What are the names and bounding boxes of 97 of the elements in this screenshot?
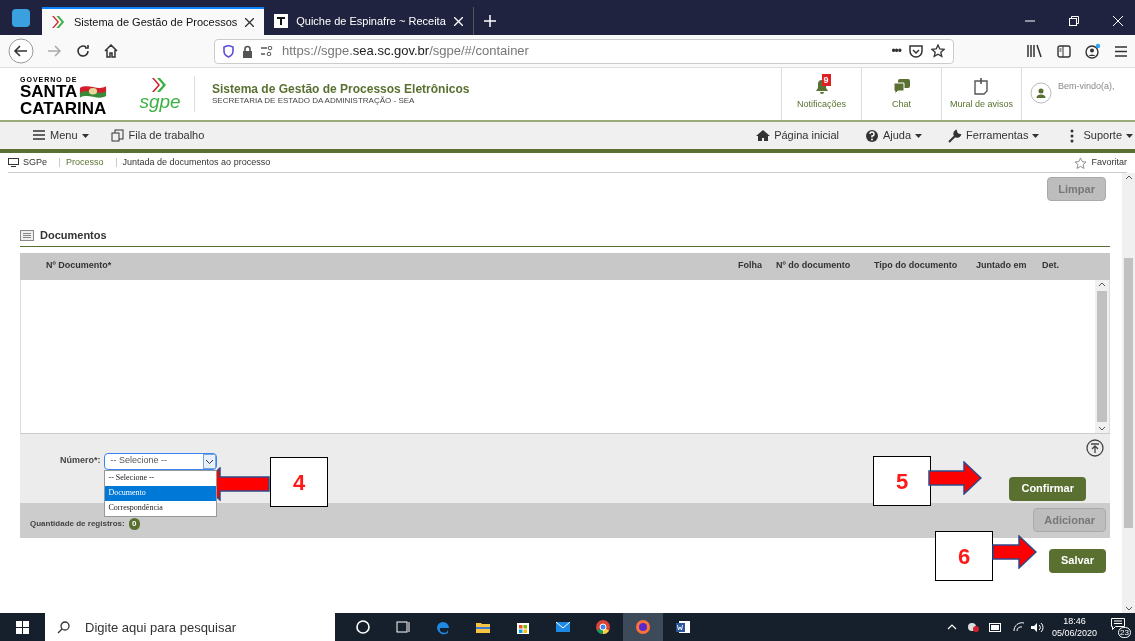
scroll-up-icon[interactable] [1098, 281, 1106, 287]
user-avatar-icon[interactable] [1030, 82, 1052, 104]
nav-menu-item[interactable]: Ajuda [864, 127, 923, 144]
account-icon[interactable] [1085, 43, 1101, 59]
list-icon [20, 229, 34, 241]
wifi-icon[interactable] [1012, 622, 1025, 632]
task-view-icon [394, 618, 412, 636]
home-icon [756, 128, 771, 143]
app-icon[interactable] [12, 9, 30, 27]
star-icon[interactable] [1074, 156, 1088, 169]
menu-icon[interactable] [1115, 45, 1127, 57]
caret-icon [1126, 133, 1133, 138]
document-w-icon [674, 618, 692, 636]
column-header: Tipo do documento [874, 259, 959, 273]
dropdown-caret-icon [202, 453, 216, 469]
breadcrumb-link[interactable]: Processo [66, 155, 104, 170]
column-header: Nº Documento* [45, 259, 113, 273]
menu-icon [32, 128, 46, 143]
header-action[interactable]: Mural de avisos [941, 68, 1021, 120]
breadcrumb-link[interactable]: SGPe [23, 155, 47, 170]
section-title: Documentos [40, 228, 107, 243]
dropdown-option[interactable]: -- Selecione -- [104, 470, 216, 486]
callout-number: 6 [935, 531, 993, 581]
nav-menu-item[interactable]: Ferramentas [948, 127, 1040, 144]
callout-number: 5 [873, 456, 931, 506]
browser-tab[interactable]: Sistema de Gestão de Processos [42, 7, 265, 35]
search-icon [57, 621, 70, 634]
count-label: Quantidade de registros: [30, 518, 125, 530]
column-header: Folha [738, 259, 763, 273]
scroll-down-icon[interactable] [1098, 425, 1106, 431]
caret-icon [81, 133, 89, 138]
copy-icon [110, 128, 125, 143]
scroll-up-icon[interactable] [1124, 175, 1133, 180]
permissions-icon [261, 46, 274, 56]
home-icon[interactable] [104, 44, 118, 58]
page-scrollbar[interactable] [1122, 173, 1135, 613]
new-tab-icon[interactable] [483, 15, 496, 27]
close-icon[interactable] [1113, 16, 1123, 26]
clock-date[interactable]: 05/06/2020 [1051, 627, 1097, 639]
dropdown-option[interactable]: Documento [104, 485, 216, 501]
caret-icon [915, 133, 923, 138]
reload-icon[interactable] [76, 44, 90, 58]
lock-icon [242, 44, 253, 58]
back-icon[interactable] [8, 38, 34, 64]
callout-number: 4 [270, 457, 328, 507]
header-action[interactable]: 9 Notificações [781, 68, 861, 120]
chat-icon [891, 76, 912, 95]
address-bar[interactable]: https://sgpe.sea.sc.gov.br/sgpe/#/container ••• [214, 38, 954, 64]
pocket-icon[interactable] [909, 44, 923, 58]
page-actions-menu[interactable]: ••• [891, 42, 901, 60]
help-icon [864, 128, 879, 143]
scroll-down-icon[interactable] [1124, 606, 1133, 611]
confirm-button[interactable]: Confirmar [1009, 476, 1086, 501]
dropdown-option[interactable]: Correspondência [104, 500, 216, 516]
system-title: Sistema de Gestão de Processos Eletrônicos [212, 82, 470, 96]
caret-icon [1032, 133, 1040, 138]
url-text: https://sgpe.sea.sc.gov.br/sgpe/#/container [282, 42, 529, 61]
close-tab-icon[interactable] [245, 17, 255, 27]
column-header: Nº do documento [776, 259, 852, 273]
sidebar-icon[interactable] [1057, 44, 1071, 58]
sgpe-logo: sgpe [138, 78, 182, 120]
wrench-icon [948, 128, 963, 143]
notification-badge: 9 [821, 73, 831, 86]
count-badge: 0 [128, 518, 140, 530]
system-subtitle: SECRETARIA DE ESTADO DA ADMINISTRAÇÃO - SEA [212, 96, 416, 106]
windows-start-icon[interactable] [16, 620, 29, 634]
nav-menu-item[interactable]: Suporte [1065, 127, 1133, 144]
notification-center-button[interactable]: 23 [1109, 616, 1131, 638]
site-icon [274, 14, 289, 28]
taskbar-search-field[interactable]: Digite aqui para pesquisar [45, 613, 335, 641]
nav-menu-item[interactable]: Fila de trabalho [110, 127, 205, 144]
tray-app-icon[interactable] [966, 621, 979, 633]
star-icon[interactable] [931, 44, 945, 58]
column-header: Det. [1042, 259, 1060, 273]
circle-icon [354, 618, 372, 636]
arrows-icon [52, 16, 66, 28]
restore-icon[interactable] [1069, 16, 1079, 26]
shield-icon [223, 44, 234, 58]
library-icon[interactable] [1027, 44, 1043, 58]
monitor-icon [8, 158, 19, 167]
scroll-to-top-icon[interactable] [1086, 438, 1104, 457]
field-label: Número*: [60, 454, 101, 468]
column-header: Juntado em [976, 259, 1028, 273]
clock-time[interactable]: 18:46 [1063, 615, 1086, 627]
chrome-icon [594, 618, 612, 636]
nav-menu-item[interactable]: Menu [32, 127, 89, 144]
volume-icon[interactable] [1030, 621, 1044, 633]
scrollbar[interactable] [1095, 279, 1109, 433]
chevron-up-icon[interactable] [946, 624, 957, 630]
battery-icon[interactable] [988, 622, 1003, 632]
save-button[interactable]: Salvar [1048, 548, 1106, 573]
user-menu[interactable]: Bem-vindo(a), [1058, 80, 1115, 94]
breadcrumb-link[interactable]: Juntada de documentos ao processo [122, 155, 271, 170]
number-select[interactable]: -- Selecione -- [103, 452, 217, 470]
favorite-link[interactable]: Favoritar [1091, 155, 1127, 170]
nav-menu-item[interactable]: Página inicial [756, 127, 839, 144]
header-action[interactable]: Chat [861, 68, 941, 120]
